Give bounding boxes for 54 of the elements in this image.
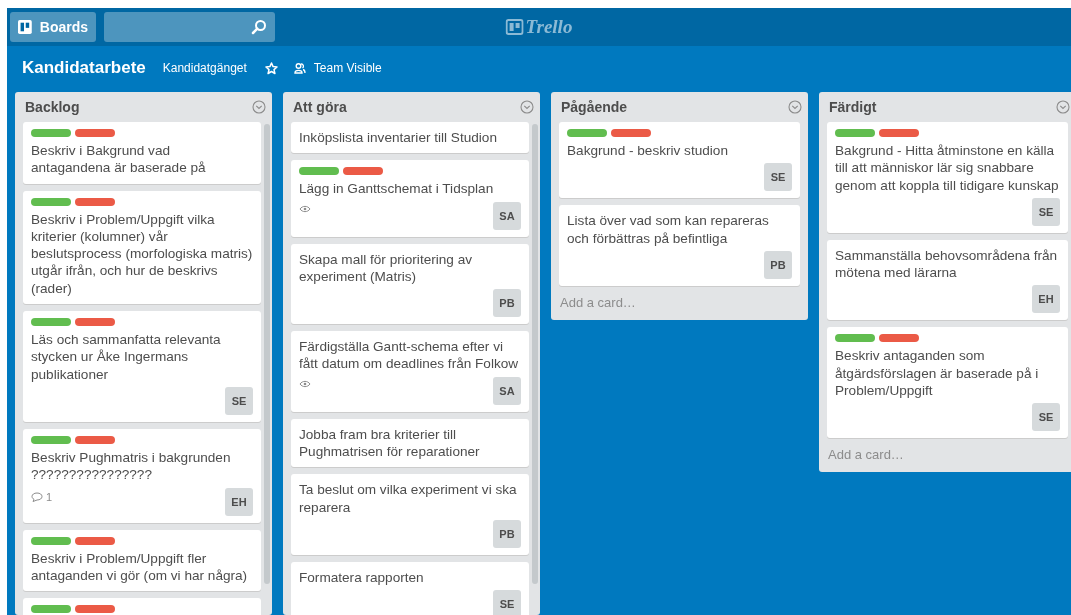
- team-link[interactable]: Kandidatgänget: [162, 61, 247, 75]
- logo-icon: [505, 19, 524, 35]
- list-title: Pågående: [561, 99, 628, 115]
- card-title: Beskriv Pughmatris i bakgrunden ????????????????: [31, 448, 232, 484]
- member-avatar[interactable]: SE: [225, 386, 253, 415]
- card-title: Beskriv i Problem/Uppgift fler antaganden vi gör (om vi har några): [31, 549, 249, 585]
- list-menu-icon[interactable]: [252, 100, 266, 114]
- card-title: Bakgrund - beskriv studion: [567, 142, 729, 160]
- list-title: Att göra: [293, 99, 347, 115]
- member-avatar[interactable]: EH: [225, 487, 253, 516]
- comment-icon: [31, 491, 43, 502]
- card-title: Ta beslut om vilka experiment vi ska reparera: [299, 481, 518, 516]
- member-avatar[interactable]: SA: [493, 376, 521, 405]
- card-title: Läs och sammanfatta relevanta stycken ur Åke Ingermans publikationer: [31, 331, 222, 383]
- card-title: Sammanställa behovsområdena från mötena med lärarna: [835, 246, 1059, 282]
- member-avatar[interactable]: SA: [493, 201, 521, 230]
- scrollbar[interactable]: [532, 124, 538, 584]
- card-title: Beskriv i Bakgrund vad antagandena är baserade på: [31, 142, 207, 177]
- card-title: Inköpslista inventarier till Studion: [299, 129, 498, 147]
- list-title: Färdigt: [829, 99, 877, 115]
- member-avatar[interactable]: PB: [764, 250, 792, 279]
- member-avatar[interactable]: EH: [1032, 285, 1060, 314]
- card-title: Skapa mall för prioritering av experiment (Matris): [299, 250, 473, 286]
- list-menu-icon[interactable]: [520, 100, 534, 114]
- comment-count: 1: [46, 490, 53, 503]
- list-title: Backlog: [25, 99, 80, 115]
- member-avatar[interactable]: PB: [493, 519, 521, 548]
- boards-icon: [18, 19, 32, 35]
- member-avatar[interactable]: SE: [1032, 403, 1060, 432]
- member-avatar[interactable]: SE: [493, 590, 521, 615]
- card-title: Formatera rapporten: [299, 568, 425, 587]
- card-title: Beskriv i Problem/Uppgift vilka kriterier (kolumner) vår beslutsprocess (morfologiska matris) utgår ifrån, och hur de beskrivs (rader): [31, 210, 253, 298]
- card-title: Bakgrund - Hitta åtminstone en källa till att människor lär sig snabbare genom att koppla till tidigare kunskap: [835, 142, 1060, 194]
- card-title: Färdigställa Gantt-schema efter vi fått datum om deadlines från Folkow: [299, 338, 520, 373]
- card-title: Lista över vad som kan repareras och förbättras på befintliga: [567, 212, 770, 247]
- member-avatar[interactable]: SE: [1032, 197, 1060, 226]
- card-title: Jobba fram bra kriterier till Pughmatrisen för reparationer: [299, 425, 481, 461]
- card-title: Beskriv antaganden som åtgärdsförslagen är baserade på i Problem/Uppgift: [835, 347, 1040, 400]
- list-menu-icon[interactable]: [788, 100, 802, 114]
- board-title: Kandidatarbete: [22, 58, 146, 78]
- eye-icon: [299, 379, 311, 388]
- member-avatar[interactable]: SE: [764, 163, 792, 192]
- search-icon: [251, 19, 267, 35]
- boards-button[interactable]: Boards: [10, 12, 96, 42]
- logo-text: Trello: [525, 16, 573, 38]
- search-field[interactable]: [104, 12, 275, 42]
- list-menu-icon[interactable]: [1056, 100, 1070, 114]
- visibility-button[interactable]: Team Visible: [293, 61, 382, 75]
- member-avatar[interactable]: PB: [493, 289, 521, 318]
- card-title: Lägg in Ganttschemat i Tidsplan: [299, 180, 495, 198]
- eye-icon: [299, 204, 311, 213]
- star-icon[interactable]: [264, 61, 278, 75]
- team-icon: [293, 62, 306, 74]
- scrollbar[interactable]: [264, 124, 270, 584]
